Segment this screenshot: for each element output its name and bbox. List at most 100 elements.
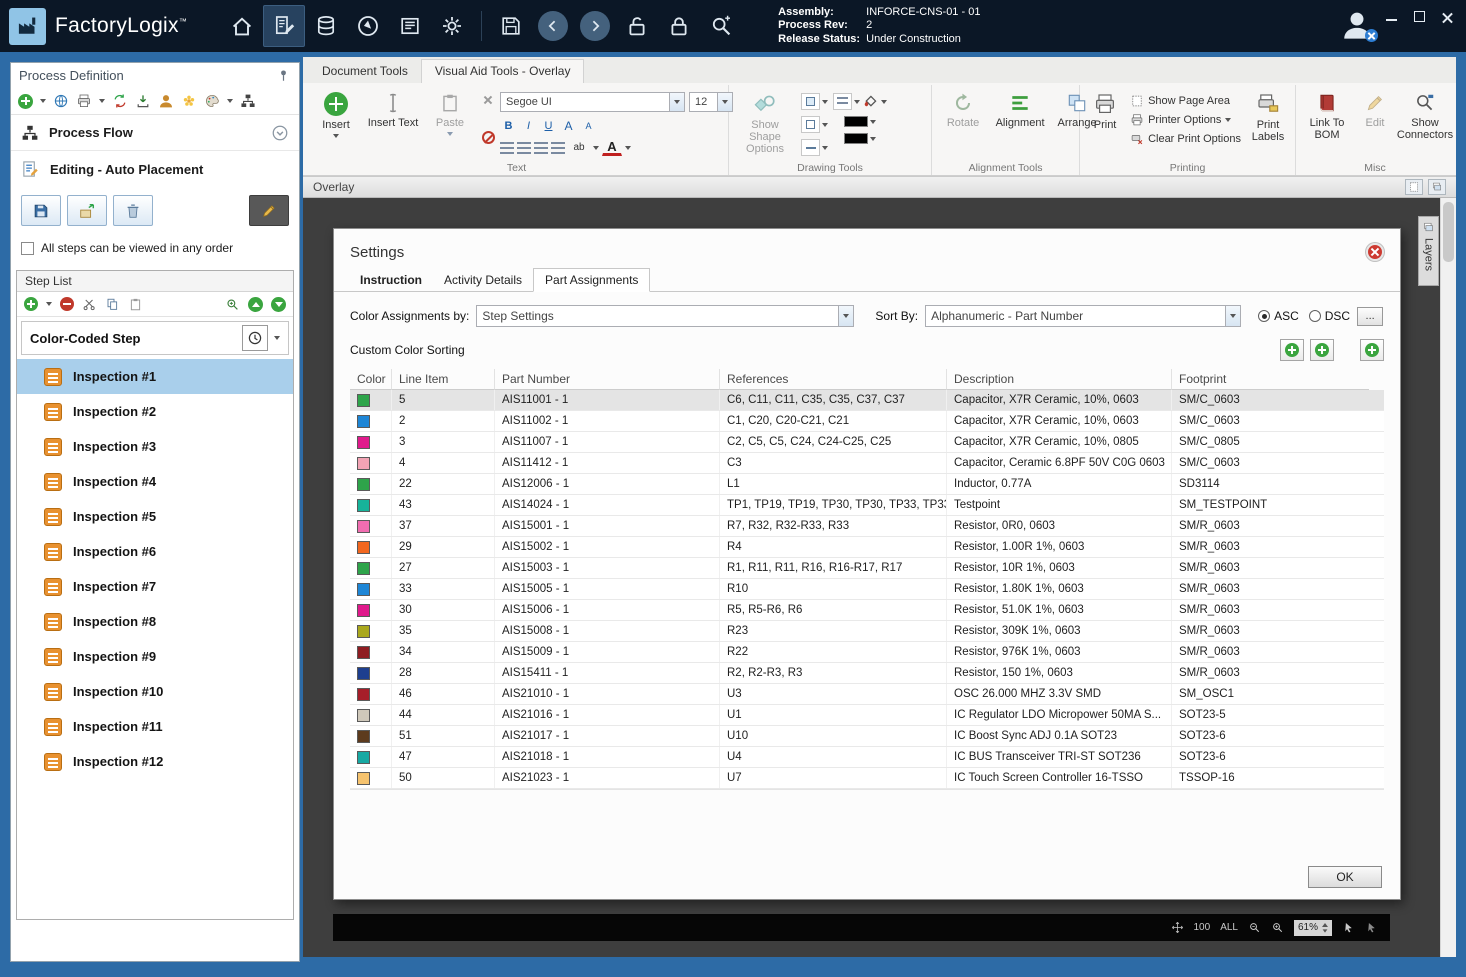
font-color-icon[interactable]: A [602, 139, 622, 156]
print-button[interactable]: Print [1085, 87, 1125, 160]
tab-document-tools[interactable]: Document Tools [309, 60, 421, 83]
zoom-all-button[interactable]: ALL [1220, 922, 1238, 933]
line-color-swatch[interactable] [844, 133, 868, 144]
table-row[interactable]: 27 AIS15003 - 1 R1, R11, R11, R16, R16-R… [350, 558, 1384, 579]
table-row[interactable]: 46 AIS21010 - 1 U3 OSC 26.000 MHZ 3.3V S… [350, 684, 1384, 705]
step-list-item[interactable]: Inspection #10 [17, 674, 293, 709]
line-color-dropdown-icon[interactable] [870, 136, 876, 141]
process-editor-icon[interactable] [263, 5, 306, 47]
shape-line-dropdown-icon[interactable] [822, 145, 828, 150]
step-list-item[interactable]: Inspection #11 [17, 709, 293, 744]
flow-mini-icon[interactable] [240, 93, 256, 109]
step-list-item[interactable]: Inspection #8 [17, 604, 293, 639]
print-icon[interactable] [76, 93, 92, 109]
rotate-button[interactable]: Rotate [937, 87, 989, 160]
table-row[interactable]: 33 AIS15005 - 1 R10 Resistor, 1.80K 1%, … [350, 579, 1384, 600]
step-type-selector[interactable]: Color-Coded Step [21, 321, 289, 355]
database-icon[interactable] [305, 5, 347, 47]
table-row[interactable]: 43 AIS14024 - 1 TP1, TP19, TP19, TP30, T… [350, 495, 1384, 516]
search-tool-icon[interactable] [700, 5, 742, 47]
step-list-item[interactable]: Inspection #9 [17, 639, 293, 674]
paint-bucket-icon[interactable] [862, 93, 879, 110]
shape-rect-icon[interactable] [801, 116, 820, 133]
move-up-icon[interactable] [248, 296, 263, 312]
palette-dropdown-icon[interactable] [227, 99, 233, 103]
highlight-icon[interactable]: ab [568, 139, 590, 156]
bold-icon[interactable]: B [500, 117, 517, 134]
remove-step-icon[interactable] [60, 297, 74, 311]
layers-tab[interactable]: Layers [1418, 216, 1439, 286]
step-list-item[interactable]: Inspection #2 [17, 394, 293, 429]
insert-text-button[interactable]: Insert Text [367, 87, 419, 160]
printer-options-button[interactable]: Printer Options [1130, 113, 1241, 127]
discard-button[interactable] [113, 195, 153, 226]
highlight-dropdown-icon[interactable] [593, 145, 599, 150]
pin-icon[interactable] [276, 68, 291, 83]
table-row[interactable]: 2 AIS11002 - 1 C1, C20, C20-C21, C21 Cap… [350, 411, 1384, 432]
download-icon[interactable] [135, 93, 151, 109]
order-checkbox[interactable] [21, 241, 34, 255]
font-size-combo[interactable]: 12 [689, 92, 733, 112]
zoom-100-button[interactable]: 100 [1194, 922, 1211, 933]
add-color-sort-button-3[interactable] [1360, 339, 1384, 361]
close-icon[interactable] [1441, 10, 1454, 23]
table-row[interactable]: 34 AIS15009 - 1 R22 Resistor, 976K 1%, 0… [350, 642, 1384, 663]
col-line-item[interactable]: Line Item [392, 369, 495, 390]
table-row[interactable]: 51 AIS21017 - 1 U10 IC Boost Sync ADJ 0.… [350, 726, 1384, 747]
align-right-icon[interactable] [534, 141, 548, 154]
grow-font-icon[interactable]: A [560, 117, 577, 134]
tab-instruction[interactable]: Instruction [349, 269, 433, 291]
copy-icon[interactable] [105, 297, 120, 312]
line-style-dropdown-icon[interactable] [854, 99, 860, 104]
table-row[interactable]: 47 AIS21018 - 1 U4 IC BUS Transceiver TR… [350, 747, 1384, 768]
timer-button[interactable] [242, 325, 268, 351]
edit-button[interactable]: Edit [1358, 87, 1392, 160]
edit-placement-button[interactable] [249, 195, 289, 226]
table-row[interactable]: 4 AIS11412 - 1 C3 Capacitor, Ceramic 6.8… [350, 453, 1384, 474]
insert-button[interactable]: Insert [310, 87, 362, 160]
tab-visual-aid-tools[interactable]: Visual Aid Tools - Overlay [420, 59, 585, 83]
shape-select-icon[interactable] [801, 93, 820, 110]
table-row[interactable]: 37 AIS15001 - 1 R7, R32, R32-R33, R33 Re… [350, 516, 1384, 537]
sort-by-combo[interactable]: Alphanumeric - Part Number [925, 305, 1242, 327]
zoom-out-icon[interactable] [1248, 921, 1261, 934]
step-list-item[interactable]: Inspection #4 [17, 464, 293, 499]
print-dropdown-icon[interactable] [99, 99, 105, 103]
lock-icon[interactable] [658, 5, 700, 47]
line-style-icon[interactable] [833, 93, 852, 110]
table-row[interactable]: 30 AIS15006 - 1 R5, R5-R6, R6 Resistor, … [350, 600, 1384, 621]
add-step-icon[interactable] [24, 297, 38, 311]
cut-icon[interactable] [82, 297, 97, 312]
shape-rect-dropdown-icon[interactable] [822, 122, 828, 127]
zoom-add-icon[interactable] [225, 297, 240, 312]
forward-icon[interactable] [574, 5, 616, 47]
clear-print-options-button[interactable]: Clear Print Options [1130, 132, 1241, 146]
back-icon[interactable] [532, 5, 574, 47]
font-color-dropdown-icon[interactable] [625, 145, 631, 150]
process-flow-row[interactable]: Process Flow [11, 115, 299, 151]
add-step-dropdown-icon[interactable] [46, 302, 52, 306]
paste-button[interactable]: Paste [424, 87, 476, 160]
show-connectors-button[interactable]: Show Connectors [1397, 87, 1453, 160]
step-list-item[interactable]: Inspection #3 [17, 429, 293, 464]
ok-button[interactable]: OK [1308, 866, 1382, 888]
compass-icon[interactable] [347, 5, 389, 47]
dsc-radio[interactable] [1308, 310, 1321, 322]
step-list-item[interactable]: Inspection #7 [17, 569, 293, 604]
maximize-icon[interactable] [1413, 10, 1426, 23]
zoom-level-box[interactable]: 61% [1293, 919, 1332, 936]
show-page-area-button[interactable]: Show Page Area [1130, 94, 1241, 108]
fill-color-dropdown-icon[interactable] [870, 119, 876, 124]
table-row[interactable]: 5 AIS11001 - 1 C6, C11, C11, C35, C35, C… [350, 390, 1384, 411]
align-justify-icon[interactable] [551, 141, 565, 154]
save-icon[interactable] [490, 5, 532, 47]
canvas-scrollbar[interactable] [1440, 198, 1456, 957]
step-list-item[interactable]: Inspection #5 [17, 499, 293, 534]
table-row[interactable]: 3 AIS11007 - 1 C2, C5, C5, C24, C24-C25,… [350, 432, 1384, 453]
italic-icon[interactable]: I [520, 117, 537, 134]
col-footprint[interactable]: Footprint [1172, 369, 1369, 390]
align-left-icon[interactable] [500, 141, 514, 154]
import-button[interactable] [67, 195, 107, 226]
person-icon[interactable] [158, 93, 174, 109]
asc-radio[interactable] [1258, 310, 1271, 322]
